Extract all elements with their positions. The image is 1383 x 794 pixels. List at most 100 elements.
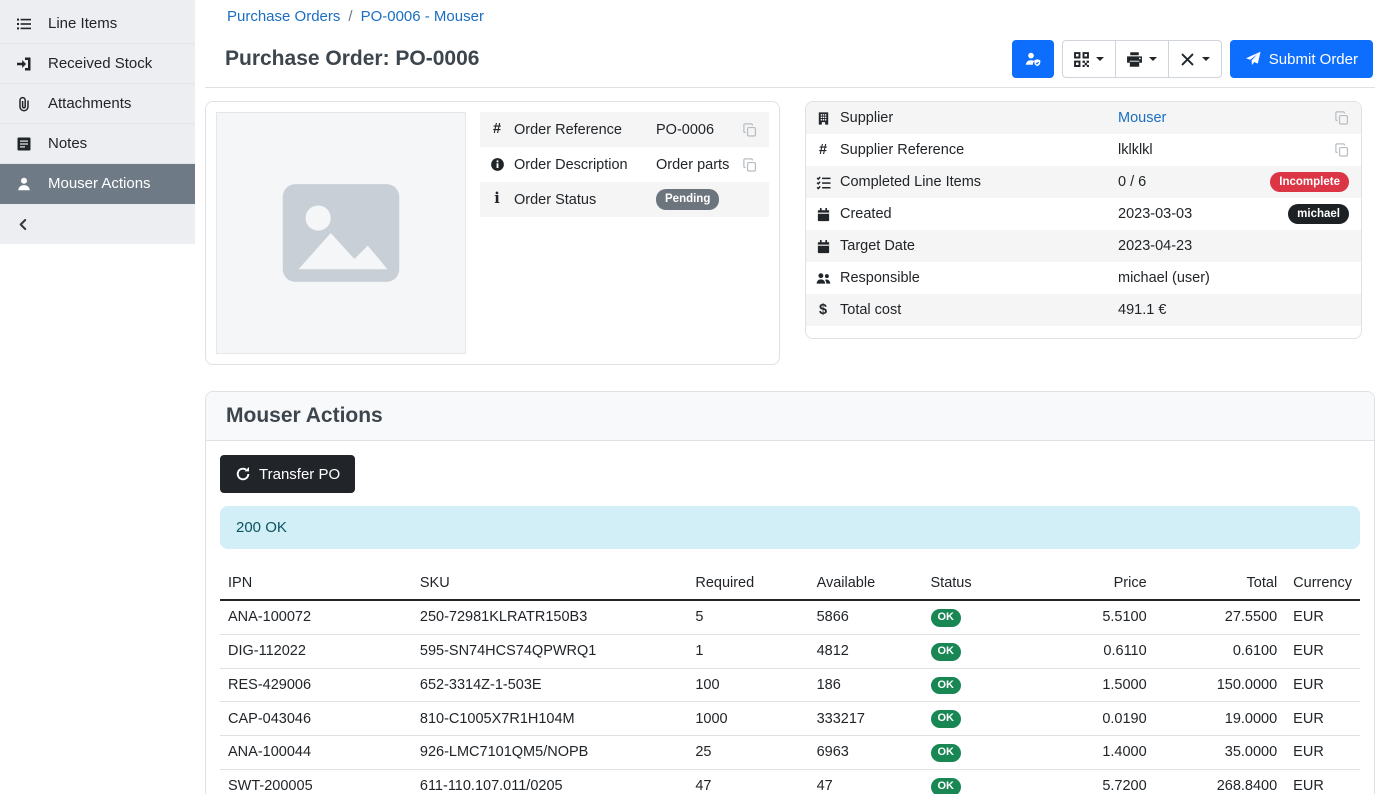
action-button-group	[1062, 40, 1222, 78]
cell-currency: EUR	[1285, 736, 1360, 770]
detail-label: Supplier Reference	[840, 142, 1118, 158]
order-details-card: # Order Reference PO-0006 Order Desc	[205, 101, 780, 365]
cell-sku: 652-3314Z-1-503E	[412, 668, 687, 702]
image-icon	[278, 170, 404, 296]
cell-price: 0.6110	[1029, 634, 1154, 668]
detail-value: 491.1 €	[1118, 302, 1349, 318]
order-actions-button[interactable]	[1168, 40, 1222, 78]
dollar-icon: $	[806, 303, 840, 318]
caret-down-icon	[1202, 57, 1210, 61]
cell-ipn: SWT-200005	[220, 769, 412, 794]
ok-badge: OK	[931, 677, 962, 695]
order-details-section: # Order Reference PO-0006 Order Desc	[205, 101, 1375, 365]
caret-down-icon	[1149, 57, 1157, 61]
cell-ipn: DIG-112022	[220, 634, 412, 668]
sidebar-item[interactable]: Mouser Actions	[0, 164, 195, 204]
column-header: Status	[923, 567, 1030, 600]
cell-total: 27.5500	[1155, 600, 1285, 634]
detail-row: Responsible michael (user)	[806, 262, 1361, 294]
sidebar-nav: Line Items Received Stock Attachments No…	[0, 0, 195, 244]
hash-icon: #	[806, 143, 840, 158]
sign-in-icon	[16, 56, 32, 72]
order-image-placeholder[interactable]	[216, 112, 466, 354]
cell-ipn: RES-429006	[220, 668, 412, 702]
ok-badge: OK	[931, 643, 962, 661]
copy-icon[interactable]	[743, 158, 757, 172]
cell-total: 268.8400	[1155, 769, 1285, 794]
sidebar-item[interactable]: Line Items	[0, 4, 195, 44]
detail-row: Supplier Mouser	[806, 102, 1361, 134]
detail-row: $ Total cost 491.1 €	[806, 294, 1361, 326]
order-info-table: # Order Reference PO-0006 Order Desc	[480, 112, 769, 217]
cell-status: OK	[923, 702, 1030, 736]
status-badge: michael	[1288, 204, 1349, 224]
cell-price: 5.7200	[1029, 769, 1154, 794]
detail-row: Completed Line Items 0 / 6 Incomplete	[806, 166, 1361, 198]
column-header: IPN	[220, 567, 412, 600]
detail-label: Order Description	[514, 157, 656, 173]
column-header: Price	[1029, 567, 1154, 600]
table-row: CAP-043046 810-C1005X7R1H104M 1000 33321…	[220, 702, 1360, 736]
sidebar-item[interactable]: Received Stock	[0, 44, 195, 84]
chevron-left-icon	[16, 217, 31, 232]
cell-available: 5866	[809, 600, 923, 634]
table-row: ANA-100044 926-LMC7101QM5/NOPB 25 6963 O…	[220, 736, 1360, 770]
paperplane-icon	[1245, 51, 1261, 67]
sidebar-item[interactable]: Notes	[0, 124, 195, 164]
qr-icon	[1073, 51, 1090, 68]
list-icon	[16, 16, 32, 32]
refresh-icon	[235, 466, 251, 482]
cell-ipn: ANA-100044	[220, 736, 412, 770]
list-check-icon	[806, 175, 840, 190]
cell-price: 0.0190	[1029, 702, 1154, 736]
breadcrumb-current[interactable]: PO-0006 - Mouser	[361, 8, 484, 25]
copy-icon[interactable]	[743, 123, 757, 137]
cell-sku: 250-72981KLRATR150B3	[412, 600, 687, 634]
wrench-icon	[1179, 51, 1196, 68]
status-badge: Incomplete	[1270, 172, 1349, 192]
ok-badge: OK	[931, 778, 962, 794]
detail-label: Created	[840, 206, 1118, 222]
cell-available: 333217	[809, 702, 923, 736]
cell-sku: 595-SN74HCS74QPWRQ1	[412, 634, 687, 668]
detail-value: Pending	[656, 189, 757, 209]
print-actions-button[interactable]	[1115, 40, 1169, 78]
copy-icon[interactable]	[1335, 111, 1349, 125]
sidebar-item-label: Notes	[48, 135, 87, 152]
cell-ipn: CAP-043046	[220, 702, 412, 736]
mouser-actions-panel: Mouser Actions Transfer PO 200 OK IPNSKU…	[205, 391, 1375, 794]
table-row: RES-429006 652-3314Z-1-503E 100 186 OK 1…	[220, 668, 1360, 702]
main-content: Purchase Orders / PO-0006 - Mouser Purch…	[195, 0, 1383, 794]
table-row: DIG-112022 595-SN74HCS74QPWRQ1 1 4812 OK…	[220, 634, 1360, 668]
barcode-actions-button[interactable]	[1062, 40, 1116, 78]
submit-order-button[interactable]: Submit Order	[1230, 40, 1373, 78]
copy-icon[interactable]	[1335, 143, 1349, 157]
header-actions: Submit Order	[1012, 40, 1373, 78]
detail-row: Order Description Order parts	[480, 147, 769, 182]
detail-value: 2023-03-03	[1118, 206, 1288, 222]
page-header: Purchase Order: PO-0006	[205, 32, 1375, 88]
cell-total: 19.0000	[1155, 702, 1285, 736]
cell-sku: 926-LMC7101QM5/NOPB	[412, 736, 687, 770]
breadcrumb: Purchase Orders / PO-0006 - Mouser	[205, 0, 1375, 32]
cell-status: OK	[923, 769, 1030, 794]
cell-total: 35.0000	[1155, 736, 1285, 770]
detail-value: 2023-04-23	[1118, 238, 1349, 254]
transfer-po-button[interactable]: Transfer PO	[220, 455, 355, 493]
users-icon	[806, 271, 840, 286]
detail-label: Target Date	[840, 238, 1118, 254]
cell-price: 5.5100	[1029, 600, 1154, 634]
sidebar-collapse-button[interactable]	[0, 204, 195, 244]
detail-label: Responsible	[840, 270, 1118, 286]
breadcrumb-purchase-orders[interactable]: Purchase Orders	[227, 8, 340, 25]
detail-row: # Order Reference PO-0006	[480, 112, 769, 147]
ok-badge: OK	[931, 710, 962, 728]
note-icon	[16, 136, 32, 152]
supplier-details-card: Supplier Mouser # Supplier Reference lkl…	[805, 101, 1362, 339]
sidebar-item[interactable]: Attachments	[0, 84, 195, 124]
status-badge: Pending	[656, 189, 719, 209]
calendar-icon	[806, 207, 840, 222]
paperclip-icon	[16, 96, 32, 112]
cell-currency: EUR	[1285, 634, 1360, 668]
user-actions-button[interactable]	[1012, 40, 1054, 78]
